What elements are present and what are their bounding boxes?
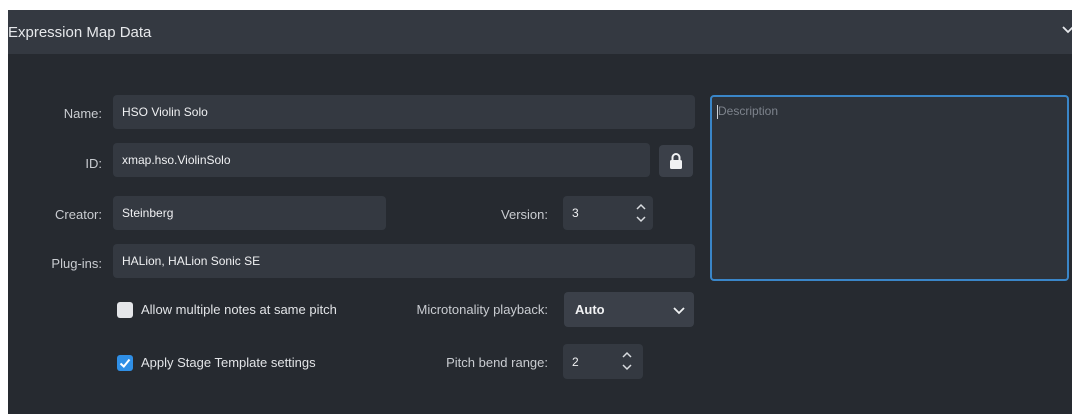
apply-stage-template-label: Apply Stage Template settings	[141, 355, 316, 370]
pitch-bend-label: Pitch bend range:	[446, 355, 548, 370]
microtonality-label: Microtonality playback:	[416, 302, 549, 317]
chevron-down-icon[interactable]	[1060, 21, 1072, 37]
allow-multiple-notes-label: Allow multiple notes at same pitch	[141, 302, 337, 317]
creator-label: Creator:	[55, 207, 102, 222]
creator-field[interactable]: Steinberg	[113, 196, 386, 230]
lock-icon	[670, 153, 682, 169]
microtonality-value: Auto	[575, 302, 605, 317]
spin-up-icon	[636, 203, 646, 210]
name-label: Name:	[63, 106, 102, 121]
pitch-bend-spinner[interactable]	[620, 346, 634, 376]
version-spinner[interactable]	[634, 198, 648, 228]
pitch-bend-value: 2	[572, 354, 579, 369]
id-value: xmap.hso.ViolinSolo	[122, 153, 231, 167]
description-field[interactable]: Description	[710, 95, 1069, 281]
plugins-label: Plug-ins:	[51, 256, 102, 271]
spin-up-icon	[622, 351, 632, 358]
section-header[interactable]: Expression Map Data	[8, 10, 1072, 54]
id-field[interactable]: xmap.hso.ViolinSolo	[113, 143, 650, 177]
description-placeholder: Description	[718, 104, 779, 118]
spin-down-icon	[622, 364, 632, 371]
plugins-value: HALion, HALion Sonic SE	[122, 254, 261, 268]
id-label: ID:	[85, 156, 102, 171]
id-lock-button[interactable]	[659, 145, 693, 177]
expression-map-data-panel: Expression Map Data Name: HSO Violin Sol…	[8, 10, 1072, 414]
allow-multiple-notes-checkbox[interactable]	[117, 302, 133, 318]
apply-stage-template-checkbox[interactable]	[117, 355, 133, 371]
creator-value: Steinberg	[122, 206, 174, 220]
microtonality-select[interactable]: Auto	[564, 292, 694, 327]
section-title: Expression Map Data	[8, 23, 152, 41]
chevron-down-icon	[673, 307, 685, 315]
version-value: 3	[572, 206, 579, 220]
plugins-field[interactable]: HALion, HALion Sonic SE	[113, 244, 695, 278]
name-field[interactable]: HSO Violin Solo	[113, 95, 695, 129]
checkmark-icon	[119, 358, 131, 368]
name-value: HSO Violin Solo	[122, 105, 208, 119]
spin-down-icon	[636, 216, 646, 223]
version-label: Version:	[501, 207, 548, 222]
